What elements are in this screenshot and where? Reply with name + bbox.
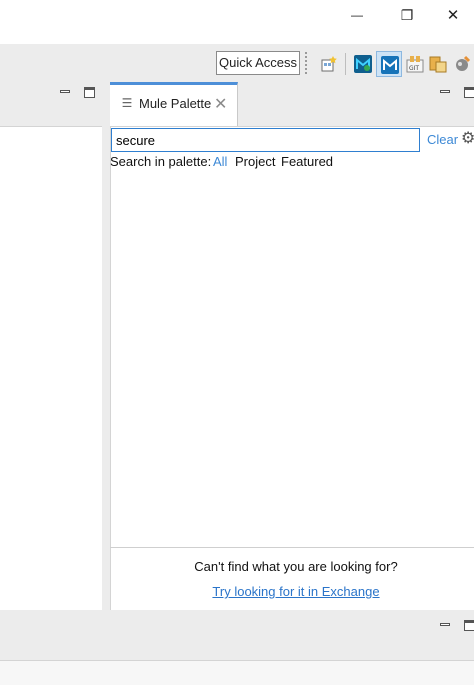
tab-close-icon[interactable]: ✕ [214, 94, 227, 114]
palette-footer-divider [110, 547, 474, 548]
toolbar-separator [345, 53, 346, 75]
java-perspective-icon[interactable] [428, 54, 448, 74]
clear-search-link[interactable]: Clear [427, 132, 458, 147]
search-in-palette-label: Search in palette: [110, 154, 212, 169]
bottom-view-minimize-button[interactable] [440, 623, 450, 626]
palette-tab-label: Mule Palette [139, 96, 212, 111]
filter-project-link[interactable]: Project [235, 154, 275, 169]
bottom-view-maximize-button[interactable] [464, 620, 474, 631]
palette-maximize-button[interactable] [464, 87, 474, 98]
view-sash[interactable] [102, 82, 110, 610]
toolbar-drag-handle[interactable] [305, 52, 308, 74]
bottom-view-body [0, 660, 474, 685]
palette-search-input[interactable] [111, 128, 420, 152]
git-perspective-icon[interactable]: GIT [405, 54, 425, 74]
bottom-view-header [0, 610, 474, 660]
palette-footer-text: Can't find what you are looking for? [194, 559, 398, 574]
quick-access-field[interactable]: Quick Access [216, 51, 300, 75]
left-view-body [0, 126, 102, 610]
mule-perspective-icon[interactable] [353, 54, 373, 74]
debug-perspective-icon[interactable] [452, 54, 472, 74]
filter-featured-link[interactable]: Featured [281, 154, 333, 169]
restore-window-button[interactable]: ❐ [384, 0, 430, 30]
palette-list-icon: ☰ [121, 96, 133, 110]
gear-icon[interactable]: ⚙ [461, 131, 474, 147]
restore-icon: ❐ [400, 6, 414, 23]
mule-design-perspective-button[interactable] [376, 51, 402, 77]
filter-all-link[interactable]: All [213, 154, 227, 169]
close-window-button[interactable]: ✕ [430, 0, 474, 30]
palette-minimize-button[interactable] [440, 90, 450, 93]
new-wizard-icon[interactable] [319, 54, 339, 74]
mule-design-perspective-icon [381, 56, 399, 74]
palette-body [110, 126, 474, 610]
svg-text:GIT: GIT [409, 65, 419, 72]
left-view-minimize-button[interactable] [60, 90, 70, 93]
left-view-maximize-button[interactable] [84, 87, 95, 98]
minimize-icon: — [351, 8, 363, 22]
minimize-window-button[interactable]: — [334, 0, 380, 30]
exchange-link[interactable]: Try looking for it in Exchange [110, 584, 474, 599]
close-icon: ✕ [446, 7, 460, 24]
